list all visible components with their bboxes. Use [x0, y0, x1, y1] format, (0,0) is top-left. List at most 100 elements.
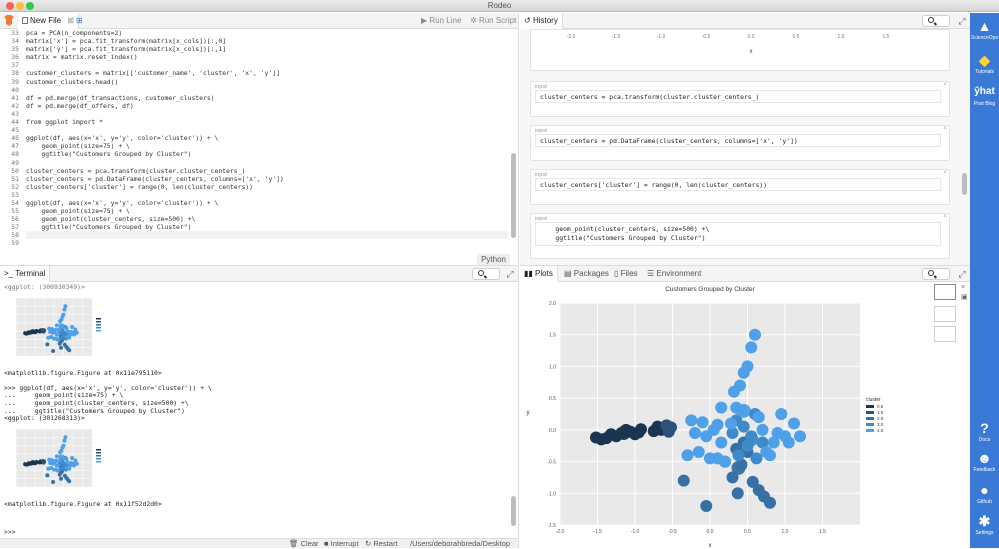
history-cell[interactable]: input × geom_point(cluster_centers, size…	[530, 213, 950, 259]
legend-title: cluster	[866, 397, 881, 403]
maximize-window-button[interactable]	[26, 2, 34, 10]
code-area[interactable]: pca = PCA(n_components=2) matrix['x'] = p…	[26, 29, 508, 254]
line-number: 56	[11, 215, 19, 224]
data-point	[737, 420, 750, 433]
line-number: 50	[11, 166, 19, 175]
close-cell-icon[interactable]: ×	[943, 170, 947, 176]
plot-thumbnail[interactable]	[934, 306, 956, 322]
history-cell[interactable]: input × cluster_centers = pd.DataFrame(c…	[530, 125, 950, 161]
history-list[interactable]: -2.0 -1.5 -1.0 -0.5 0.0 0.5 1.0 1.5 x input × cl…	[530, 29, 950, 265]
terminal-plot-thumbnail[interactable]	[10, 294, 110, 364]
line-number: 59	[11, 239, 19, 248]
plot-thumbnail-active[interactable]	[934, 284, 956, 300]
expand-icon[interactable]: ⤢	[957, 16, 967, 26]
line-number: 46	[11, 134, 19, 143]
sidebar-item-scienceops[interactable]: ▲ ScienceOps	[970, 17, 999, 41]
sidebar-item-post-blog[interactable]: ŷhat Post Blog	[970, 83, 999, 107]
x-axis-label: x	[709, 543, 712, 548]
cell-code[interactable]: cluster_centers = pd.DataFrame(cluster_c…	[535, 134, 941, 147]
terminal-search-button[interactable]	[472, 268, 500, 280]
data-point	[57, 472, 62, 477]
legend-swatch	[866, 411, 874, 414]
code-line: cluster_centers = pca.transform(cluster.…	[26, 166, 246, 175]
y-tick-label: 1.0	[549, 364, 556, 370]
github-icon: ●	[980, 482, 989, 498]
cell-code[interactable]: geom_point(cluster_centers, size=500) +\…	[535, 222, 941, 246]
cell-code[interactable]: cluster_centers['cluster'] = range(0, le…	[535, 178, 941, 191]
data-point	[700, 499, 713, 512]
editor-scrollbar[interactable]	[511, 153, 516, 238]
data-point	[67, 478, 72, 483]
code-line: cluster_centers['cluster'] = range(0, le…	[26, 182, 254, 191]
plots-pane: ▮▮ Plots ▤ Packages ▯ Files ☰ Environmen…	[520, 265, 970, 548]
tab-plots[interactable]: ▮▮ Plots	[520, 266, 558, 282]
tab-history-label: History	[532, 16, 558, 25]
code-line	[26, 231, 508, 240]
tab-environment[interactable]: ☰ Environment	[643, 266, 705, 282]
window-title: Rodeo	[487, 1, 512, 10]
run-line-button[interactable]: ▶ Run Line	[421, 13, 461, 29]
data-point	[732, 449, 745, 462]
line-number: 41	[11, 93, 19, 102]
sidebar-item-docs[interactable]: ? Docs	[970, 419, 999, 443]
python-icon: ◆	[979, 52, 990, 68]
close-cell-icon[interactable]: ×	[943, 82, 947, 88]
expand-icon[interactable]: ⤢	[505, 269, 515, 279]
legend-swatch	[96, 326, 101, 329]
line-number: 52	[11, 182, 19, 191]
tab-terminal[interactable]: >_ Terminal	[0, 266, 51, 282]
close-cell-icon[interactable]: ×	[943, 214, 947, 220]
history-search-button[interactable]	[922, 15, 950, 27]
gear-icon: ✲	[470, 16, 477, 25]
cluster-scatter-plot[interactable]: Customers Grouped by Cluster -1.5 -1.0 -0.5…	[522, 283, 922, 548]
sidebar-item-settings[interactable]: ✱ Settings	[970, 512, 999, 536]
terminal-scrollbar[interactable]	[511, 496, 516, 526]
cell-code[interactable]: cluster_centers = pca.transform(cluster.…	[535, 90, 941, 103]
terminal-prompt[interactable]: >>>	[4, 528, 16, 536]
legend-swatch	[96, 451, 101, 454]
terminal-footer: 🗑︎ Clear ■ Interrupt ↻ Restart /Users/de…	[0, 538, 518, 548]
legend-label: 4.0	[877, 428, 884, 433]
data-point	[735, 404, 748, 417]
run-script-button[interactable]: ✲ Run Script	[470, 13, 516, 29]
sidebar-item-github[interactable]: ● Github	[970, 481, 999, 505]
tab-files[interactable]: ▯ Files	[610, 266, 642, 282]
line-number: 33	[11, 29, 19, 37]
sidebar-item-feedback[interactable]: ☻ Feedback	[970, 449, 999, 473]
tab-history[interactable]: ↺ History	[520, 13, 563, 29]
y-tick-label: 0.0	[549, 428, 556, 434]
data-point	[741, 439, 754, 452]
terminal-plot-thumbnail[interactable]	[10, 425, 110, 495]
close-tab-icon[interactable]: ⊠	[67, 16, 74, 25]
plots-search-button[interactable]	[922, 268, 950, 280]
close-cell-icon[interactable]: ×	[943, 126, 947, 132]
data-point	[61, 332, 66, 337]
language-mode[interactable]: Python	[477, 254, 510, 265]
data-point	[689, 427, 701, 440]
new-tab-icon[interactable]: ⊞	[76, 16, 83, 25]
history-cell[interactable]: input × cluster_centers = pca.transform(…	[530, 81, 950, 117]
save-plot-icon[interactable]: ▣	[961, 293, 968, 301]
sidebar-item-tutorials[interactable]: ◆ Tutorials	[970, 51, 999, 75]
tab-new-file[interactable]: New File ⊠	[18, 13, 80, 29]
history-cell[interactable]: input × cluster_centers['cluster'] = ran…	[530, 169, 950, 205]
close-window-button[interactable]	[6, 2, 14, 10]
data-point	[782, 436, 795, 449]
close-plot-icon[interactable]: ×	[961, 284, 965, 291]
history-scrollbar[interactable]	[962, 173, 967, 195]
minimize-window-button[interactable]	[16, 2, 24, 10]
line-number: 42	[11, 101, 19, 110]
expand-icon[interactable]: ⤢	[957, 269, 967, 279]
line-number: 47	[11, 142, 19, 151]
code-line: df = pd.merge(df_offers, df)	[26, 101, 134, 110]
tab-packages[interactable]: ▤ Packages	[560, 266, 613, 282]
plot-thumbnail[interactable]	[934, 326, 956, 342]
data-point	[726, 471, 739, 484]
terminal-output[interactable]: <ggplot: (300930349)> <matplotlib.figure…	[4, 284, 508, 536]
legend-swatch	[96, 329, 101, 332]
x-tick-label: 1.5	[883, 34, 890, 40]
terminal-line: <ggplot: (301268313)>	[4, 414, 85, 423]
